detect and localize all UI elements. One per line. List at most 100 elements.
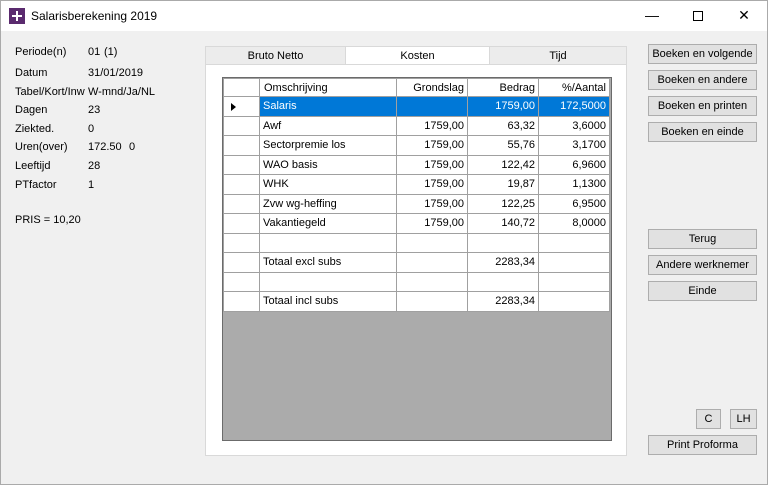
cell-aantal[interactable]: 6,9500 [538,193,610,214]
cell-aantal[interactable] [538,252,610,273]
boeken-einde-button[interactable]: Boeken en einde [648,122,757,142]
cell-bedrag[interactable]: 122,42 [467,154,539,175]
andere-werknemer-button[interactable]: Andere werknemer [648,255,757,275]
cell-bedrag[interactable]: 122,25 [467,193,539,214]
col-header-grondslag[interactable]: Grondslag [396,78,468,97]
einde-button[interactable]: Einde [648,281,757,301]
print-proforma-button[interactable]: Print Proforma [648,435,757,455]
row-selector[interactable] [223,291,260,312]
cell-grondslag[interactable] [396,291,468,312]
value-dagen: 23 [88,104,101,116]
cell-grondslag[interactable] [396,96,468,117]
value-ptfactor: 1 [88,179,95,191]
cell-grondslag[interactable]: 1759,00 [396,213,468,234]
value-uren-over: 0 [129,141,136,153]
cell-aantal[interactable]: 6,9600 [538,154,610,175]
cell-omschrijving[interactable] [259,232,397,253]
cell-aantal[interactable]: 8,0000 [538,213,610,234]
cell-omschrijving[interactable] [259,271,397,292]
row-selector[interactable] [223,232,260,253]
col-header-aantal[interactable]: %/Aantal [538,78,610,97]
cell-omschrijving[interactable]: WAO basis [259,154,397,175]
cell-omschrijving[interactable]: Totaal excl subs [259,252,397,273]
cell-grondslag[interactable] [396,232,468,253]
table-row[interactable]: Awf 1759,00 63,32 3,6000 [223,115,610,136]
cell-omschrijving[interactable]: Vakantiegeld [259,213,397,234]
cell-omschrijving[interactable]: WHK [259,174,397,195]
table-row[interactable]: Salaris 1759,00 172,5000 [223,96,610,117]
cell-bedrag[interactable]: 140,72 [467,213,539,234]
cell-aantal[interactable] [538,232,610,253]
cell-bedrag[interactable]: 2283,34 [467,252,539,273]
cell-omschrijving[interactable]: Zvw wg-heffing [259,193,397,214]
current-row-arrow-icon [231,103,236,111]
boeken-printen-button[interactable]: Boeken en printen [648,96,757,116]
row-selector[interactable] [223,115,260,136]
tab-bruto-netto[interactable]: Bruto Netto [205,46,346,65]
label-ziekted: Ziekted. [15,123,55,135]
cell-bedrag[interactable]: 1759,00 [467,96,539,117]
tab-kosten[interactable]: Kosten [345,46,490,66]
table-row[interactable] [223,232,610,253]
cell-bedrag[interactable]: 55,76 [467,135,539,156]
label-uren: Uren(over) [15,141,68,153]
cell-omschrijving[interactable]: Awf [259,115,397,136]
app-icon [9,8,25,24]
cost-grid[interactable]: Omschrijving Grondslag Bedrag %/Aantal S… [222,77,612,441]
title-bar: Salarisberekening 2019 — ✕ [1,1,767,31]
minimize-button[interactable]: — [629,1,675,31]
tab-tijd[interactable]: Tijd [489,46,627,65]
table-row[interactable]: WHK 1759,00 19,87 1,1300 [223,174,610,195]
table-row[interactable]: Totaal incl subs 2283,34 [223,291,610,312]
cell-aantal[interactable] [538,271,610,292]
label-periode: Periode(n) [15,46,67,58]
cell-aantal[interactable] [538,291,610,312]
table-row[interactable]: Vakantiegeld 1759,00 140,72 8,0000 [223,213,610,234]
cell-grondslag[interactable] [396,252,468,273]
table-row[interactable]: Zvw wg-heffing 1759,00 122,25 6,9500 [223,193,610,214]
cell-grondslag[interactable]: 1759,00 [396,115,468,136]
cell-aantal[interactable]: 172,5000 [538,96,610,117]
lh-button[interactable]: LH [730,409,757,429]
row-selector[interactable] [223,96,260,117]
col-header-bedrag[interactable]: Bedrag [467,78,539,97]
cell-aantal[interactable]: 1,1300 [538,174,610,195]
maximize-button[interactable] [675,1,721,31]
value-tabel: W-mnd/Ja/NL [88,86,156,98]
cell-omschrijving[interactable]: Sectorpremie los [259,135,397,156]
table-row[interactable] [223,271,610,292]
cell-aantal[interactable]: 3,6000 [538,115,610,136]
row-selector[interactable] [223,271,260,292]
cell-bedrag[interactable] [467,232,539,253]
row-selector[interactable] [223,252,260,273]
table-row[interactable]: Totaal excl subs 2283,34 [223,252,610,273]
row-selector[interactable] [223,135,260,156]
cell-bedrag[interactable] [467,271,539,292]
cell-grondslag[interactable] [396,271,468,292]
cell-bedrag[interactable]: 63,32 [467,115,539,136]
maximize-icon [693,11,703,21]
row-selector[interactable] [223,174,260,195]
c-button[interactable]: C [696,409,721,429]
row-selector[interactable] [223,193,260,214]
cell-grondslag[interactable]: 1759,00 [396,154,468,175]
cell-grondslag[interactable]: 1759,00 [396,135,468,156]
cell-bedrag[interactable]: 19,87 [467,174,539,195]
terug-button[interactable]: Terug [648,229,757,249]
cell-omschrijving[interactable]: Salaris [259,96,397,117]
cell-aantal[interactable]: 3,1700 [538,135,610,156]
row-selector[interactable] [223,154,260,175]
pris-text: PRIS = 10,20 [15,214,81,226]
table-row[interactable]: WAO basis 1759,00 122,42 6,9600 [223,154,610,175]
close-button[interactable]: ✕ [721,1,767,31]
row-selector[interactable] [223,213,260,234]
boeken-andere-button[interactable]: Boeken en andere [648,70,757,90]
boeken-volgende-button[interactable]: Boeken en volgende [648,44,757,64]
label-datum: Datum [15,67,48,79]
table-row[interactable]: Sectorpremie los 1759,00 55,76 3,1700 [223,135,610,156]
cell-omschrijving[interactable]: Totaal incl subs [259,291,397,312]
cell-grondslag[interactable]: 1759,00 [396,174,468,195]
col-header-omschrijving[interactable]: Omschrijving [259,78,397,97]
cell-grondslag[interactable]: 1759,00 [396,193,468,214]
cell-bedrag[interactable]: 2283,34 [467,291,539,312]
